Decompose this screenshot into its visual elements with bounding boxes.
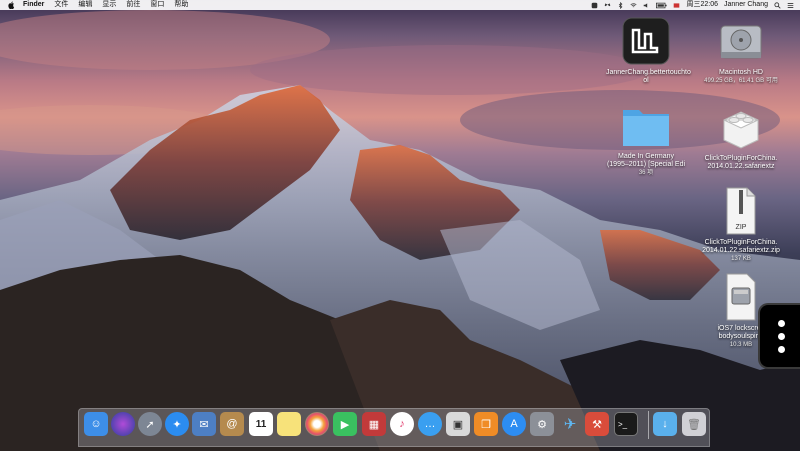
menu-view[interactable]: 显示 <box>102 0 116 10</box>
menu-help[interactable]: 帮助 <box>174 0 188 10</box>
folder-icon <box>623 110 669 146</box>
dock-photo-booth-icon[interactable]: ▦ <box>362 412 386 436</box>
zip-label: ZIP <box>735 224 747 231</box>
dock-facetime-icon[interactable]: ▶ <box>333 412 357 436</box>
desktop-icon-sublabel: 36 项 <box>638 170 654 176</box>
notification-center-icon[interactable] <box>787 2 794 9</box>
dock-preview-icon[interactable]: ✉ <box>192 412 216 436</box>
desktop-icon-made-in-germany-folder[interactable]: Made In Germany (1995–2011) [Special Edi… <box>606 102 686 177</box>
desktop-icon-label: Made In Germany <box>617 153 675 160</box>
dock-system-preferences-icon[interactable]: ⚙ <box>530 412 554 436</box>
dock-tweetbot-icon[interactable]: ✈ <box>558 412 582 436</box>
desktop-icon-zip[interactable]: ZIP ClickToPluginForChina. 2014.01.22.sa… <box>701 186 781 263</box>
dot-icon <box>777 345 785 353</box>
desktop-icon-label: ClickToPluginForChina. <box>704 155 778 162</box>
volume-icon[interactable] <box>643 2 650 9</box>
menu-file[interactable]: 文件 <box>54 0 68 10</box>
disk-image-icon <box>726 273 756 321</box>
status-area: 周三22:06 Janner Chang <box>585 0 800 10</box>
dock-photos-viewer-icon[interactable]: ▣ <box>446 412 470 436</box>
desktop-icon-label: 2014.01.22.safariextz <box>707 163 775 170</box>
lego-brick-icon <box>723 111 759 149</box>
desktop-icon-sublabel: 499.25 GB，61.41 GB 可用 <box>704 78 778 84</box>
desktop-icon-label: ClickToPluginForChina. <box>704 239 778 246</box>
dock-messages-icon[interactable]: … <box>418 412 442 436</box>
menu-finder[interactable]: Finder <box>23 0 44 10</box>
dock-launchpad-icon[interactable]: ➚ <box>138 412 162 436</box>
desktop-icon-label: ol <box>643 77 649 84</box>
dock-ibooks-icon[interactable]: ❒ <box>474 412 498 436</box>
menu-go[interactable]: 前往 <box>126 0 140 10</box>
menu-edit[interactable]: 编辑 <box>78 0 92 10</box>
desktop-icon-bettertouchtool[interactable]: JannerChang.bettertouchto ol <box>606 16 691 85</box>
dock-terminal-icon[interactable]: >_ <box>614 412 638 436</box>
bluetooth-icon[interactable] <box>617 1 624 9</box>
dock-photos-icon[interactable] <box>305 412 329 436</box>
menu-clock[interactable]: 周三22:06 <box>686 0 718 10</box>
dot-icon <box>777 319 785 327</box>
dock-trash-icon[interactable]: 🗑 <box>682 412 706 436</box>
dropbox-icon[interactable] <box>604 2 611 9</box>
dock-separator <box>648 411 649 439</box>
assistive-touch-button[interactable] <box>758 303 800 369</box>
menu-window[interactable]: 窗口 <box>150 0 164 10</box>
battery-icon[interactable] <box>656 2 668 9</box>
menu-bar: Finder 文件 编辑 显示 前往 窗口 帮助 周三22:06 Janner … <box>0 0 800 10</box>
dock-siri-icon[interactable] <box>111 412 135 436</box>
desktop-icon-safariextz[interactable]: ClickToPluginForChina. 2014.01.22.safari… <box>701 102 781 171</box>
desktop-icon-label: (1995–2011) [Special Edi <box>606 161 686 168</box>
input-source-icon[interactable] <box>673 2 680 9</box>
dock-notes-icon[interactable] <box>277 412 301 436</box>
dot-icon <box>777 332 785 340</box>
desktop-icon-sublabel: 137 KB <box>731 256 751 262</box>
dock-contacts-icon[interactable]: @ <box>220 412 244 436</box>
desktop-icon-label: JannerChang.bettertouchto <box>606 69 691 76</box>
dock-itunes-icon[interactable]: ♪ <box>390 412 414 436</box>
desktop-icon-label: Macintosh HD <box>719 69 763 76</box>
menu-username[interactable]: Janner Chang <box>724 0 768 10</box>
calendar-day: 11 <box>255 418 267 430</box>
dock-finder-icon[interactable]: ☺ <box>84 412 108 436</box>
menu-extra-icon[interactable] <box>591 2 598 9</box>
hard-drive-icon <box>720 25 762 59</box>
apple-menu-icon[interactable] <box>8 1 15 9</box>
wifi-icon[interactable] <box>630 2 638 9</box>
desktop-icon-label: 2014.01.22.safariextz.zip <box>702 247 780 254</box>
dock-xcode-icon[interactable]: ⚒ <box>585 412 609 436</box>
dock-safari-icon[interactable]: ✦ <box>165 412 189 436</box>
dock-downloads-folder-icon[interactable]: ↓ <box>653 412 677 436</box>
desktop-icon-macintosh-hd[interactable]: Macintosh HD 499.25 GB，61.41 GB 可用 <box>701 16 781 85</box>
dock-calendar-icon[interactable]: 11 <box>249 412 273 436</box>
bettertouchtool-icon <box>622 17 670 65</box>
dock-app-store-icon[interactable]: A <box>502 412 526 436</box>
spotlight-search-icon[interactable] <box>774 1 781 9</box>
